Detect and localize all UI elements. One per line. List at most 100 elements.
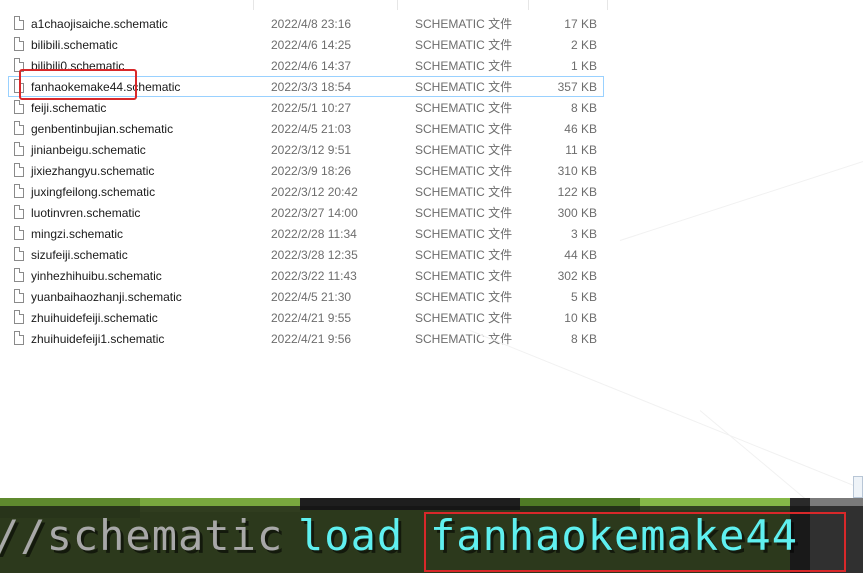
- file-size: 357 KB: [557, 80, 597, 94]
- file-row[interactable]: sizufeiji.schematic 2022/3/28 12:35 SCHEMA…: [8, 244, 604, 265]
- file-size: 46 KB: [564, 122, 597, 136]
- file-icon: [14, 37, 24, 51]
- file-size: 310 KB: [557, 164, 597, 178]
- file-type: SCHEMATIC 文件: [415, 311, 513, 325]
- file-icon: [14, 310, 24, 324]
- file-size: 302 KB: [557, 269, 597, 283]
- file-row[interactable]: feiji.schematic 2022/5/1 10:27 SCHEMATIC 文…: [8, 97, 604, 118]
- file-icon: [14, 163, 24, 177]
- file-date-modified: 2022/4/5 21:03: [271, 122, 352, 136]
- column-divider[interactable]: [253, 0, 254, 10]
- file-name: juxingfeilong.schematic: [31, 185, 156, 199]
- file-date-modified: 2022/4/6 14:25: [271, 38, 352, 52]
- file-name: zhuihuidefeiji1.schematic: [31, 332, 165, 346]
- file-size: 44 KB: [564, 248, 597, 262]
- file-date-modified: 2022/3/28 12:35: [271, 248, 358, 262]
- file-icon: [14, 331, 24, 345]
- file-row[interactable]: jixiezhangyu.schematic 2022/3/9 18:26 SCHE…: [8, 160, 604, 181]
- file-row[interactable]: a1chaojisaiche.schematic 2022/4/8 23:16 SC…: [8, 13, 604, 34]
- file-name: a1chaojisaiche.schematic: [31, 17, 168, 31]
- file-date-modified: 2022/4/5 21:30: [271, 290, 352, 304]
- file-row[interactable]: yuanbaihaozhanji.schematic 2022/4/5 21:30…: [8, 286, 604, 307]
- file-name: jixiezhangyu.schematic: [31, 164, 155, 178]
- file-icon: [14, 142, 24, 156]
- file-type: SCHEMATIC 文件: [415, 248, 513, 262]
- file-icon: [14, 121, 24, 135]
- file-row[interactable]: luotinvren.schematic 2022/3/27 14:00 SCHEM…: [8, 202, 604, 223]
- file-type: SCHEMATIC 文件: [415, 332, 513, 346]
- file-icon: [14, 16, 24, 30]
- file-name: zhuihuidefeiji.schematic: [31, 311, 158, 325]
- file-size: 3 KB: [570, 227, 597, 241]
- file-type: SCHEMATIC 文件: [415, 164, 513, 178]
- file-type: SCHEMATIC 文件: [415, 185, 513, 199]
- file-date-modified: 2022/3/22 11:43: [271, 269, 357, 283]
- command-action: load: [298, 511, 404, 560]
- file-type: SCHEMATIC 文件: [415, 122, 513, 136]
- file-icon: [14, 289, 24, 303]
- file-type: SCHEMATIC 文件: [415, 227, 513, 241]
- file-date-modified: 2022/3/3 18:54: [271, 80, 352, 94]
- column-divider[interactable]: [397, 0, 398, 10]
- annotation-highlight-box: [19, 69, 137, 100]
- file-name: sizufeiji.schematic: [31, 248, 128, 262]
- file-row[interactable]: mingzi.schematic 2022/2/28 11:34 SCHEMATIC…: [8, 223, 604, 244]
- file-row[interactable]: zhuihuidefeiji.schematic 2022/4/21 9:55 SC…: [8, 307, 604, 328]
- file-type: SCHEMATIC 文件: [415, 80, 513, 94]
- file-row[interactable]: zhuihuidefeiji1.schematic 2022/4/21 9:56 S…: [8, 328, 604, 349]
- file-type: SCHEMATIC 文件: [415, 290, 513, 304]
- file-date-modified: 2022/4/8 23:16: [271, 17, 352, 31]
- file-name: yinhezhihuibu.schematic: [31, 269, 162, 283]
- file-type: SCHEMATIC 文件: [415, 38, 513, 52]
- annotation-highlight-box: [424, 512, 846, 572]
- file-name: bilibili.schematic: [31, 38, 118, 52]
- file-icon: [14, 226, 24, 240]
- file-size: 8 KB: [570, 332, 597, 346]
- file-date-modified: 2022/5/1 10:27: [271, 101, 352, 115]
- file-list: a1chaojisaiche.schematic 2022/4/8 23:16 SC…: [0, 0, 863, 540]
- file-date-modified: 2022/3/9 18:26: [271, 164, 352, 178]
- file-icon: [14, 100, 24, 114]
- background-artifact: [619, 147, 863, 241]
- file-icon: [14, 268, 24, 282]
- file-type: SCHEMATIC 文件: [415, 206, 513, 220]
- file-name: feiji.schematic: [31, 101, 107, 115]
- file-name: genbentinbujian.schematic: [31, 122, 174, 136]
- file-size: 2 KB: [570, 38, 597, 52]
- file-row[interactable]: genbentinbujian.schematic 2022/4/5 21:03 S…: [8, 118, 604, 139]
- file-date-modified: 2022/3/27 14:00: [271, 206, 358, 220]
- file-type: SCHEMATIC 文件: [415, 143, 513, 157]
- file-icon: [14, 184, 24, 198]
- file-size: 300 KB: [557, 206, 597, 220]
- file-row[interactable]: jinianbeigu.schematic 2022/3/12 9:51 SCHEM…: [8, 139, 604, 160]
- file-name: jinianbeigu.schematic: [31, 143, 146, 157]
- file-type: SCHEMATIC 文件: [415, 17, 513, 31]
- file-size: 1 KB: [570, 59, 597, 73]
- minecraft-chat-strip: //schematic load fanhaokemake44: [0, 498, 863, 573]
- file-size: 17 KB: [564, 17, 597, 31]
- file-size: 5 KB: [570, 290, 597, 304]
- file-size: 11 KB: [565, 143, 597, 157]
- file-size: 10 KB: [564, 311, 597, 325]
- command-prefix: //schematic: [0, 511, 284, 560]
- column-divider[interactable]: [607, 0, 608, 10]
- column-divider[interactable]: [528, 0, 529, 10]
- file-date-modified: 2022/4/6 14:37: [271, 59, 352, 73]
- file-name: mingzi.schematic: [31, 227, 124, 241]
- file-icon: [14, 205, 24, 219]
- file-row[interactable]: yinhezhihuibu.schematic 2022/3/22 11:43 SC…: [8, 265, 604, 286]
- file-row[interactable]: juxingfeilong.schematic 2022/3/12 20:42 SC…: [8, 181, 604, 202]
- file-date-modified: 2022/3/12 9:51: [271, 143, 352, 157]
- file-type: SCHEMATIC 文件: [415, 59, 513, 73]
- file-type: SCHEMATIC 文件: [415, 101, 513, 115]
- file-size: 122 KB: [557, 185, 597, 199]
- file-icon: [14, 247, 24, 261]
- file-date-modified: 2022/3/12 20:42: [271, 185, 358, 199]
- background-artifact: [469, 330, 860, 489]
- file-date-modified: 2022/2/28 11:34: [271, 227, 357, 241]
- scrollbar-stub[interactable]: [853, 476, 863, 498]
- file-row[interactable]: bilibili.schematic 2022/4/6 14:25 SCHEMATI…: [8, 34, 604, 55]
- file-date-modified: 2022/4/21 9:56: [271, 332, 352, 346]
- file-date-modified: 2022/4/21 9:55: [271, 311, 352, 325]
- file-size: 8 KB: [570, 101, 597, 115]
